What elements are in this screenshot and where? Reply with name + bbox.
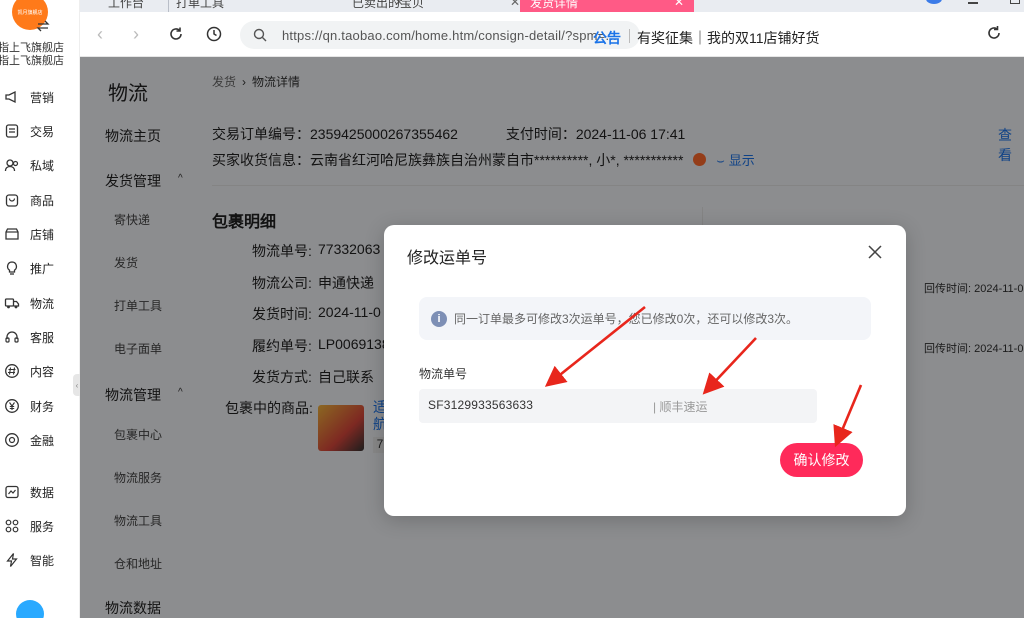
restore-icon[interactable] xyxy=(1010,0,1020,4)
notice-text: 同一订单最多可修改3次运单号，您已修改0次，还可以修改3次。 xyxy=(454,312,799,326)
reload-icon[interactable] xyxy=(164,22,188,46)
megaphone-icon xyxy=(5,90,16,104)
sidebar-item-label: 内容 xyxy=(30,364,55,379)
browser-tab-strip: 工作台 打单工具 ✕ 已卖出的宝贝 ✕ 发货详情 ✕ xyxy=(80,0,1024,12)
sidebar-item-label: 营销 xyxy=(30,90,55,105)
sidebar-item-service[interactable]: 客服 xyxy=(4,327,54,347)
carrier-name: | 顺丰速运 xyxy=(653,400,708,414)
announcement-text[interactable]: 有奖征集｜我的双11店铺好货 xyxy=(637,28,820,48)
refresh-extension-icon[interactable] xyxy=(984,23,1008,47)
tracking-number-value[interactable]: SF3129933563633 xyxy=(428,398,533,412)
sidebar-item-data[interactable]: 数据 xyxy=(4,482,54,502)
sidebar-item-label: 私域 xyxy=(30,158,55,173)
sidebar-item-label: 财务 xyxy=(30,399,55,414)
tab-label: 打单工具 xyxy=(176,0,225,10)
tab-label: 工作台 xyxy=(108,0,145,10)
sidebar-item-label: 物流 xyxy=(30,296,55,311)
sidebar-item-label: 店铺 xyxy=(30,227,55,242)
sidebar-item-content[interactable]: 内容 xyxy=(4,361,54,381)
sidebar-item-label: 数据 xyxy=(30,485,55,500)
sidebar-item-label: 智能 xyxy=(30,553,55,568)
logo-text: 凯月旗舰店 xyxy=(17,9,43,16)
bag-icon xyxy=(5,194,19,207)
announcement-label[interactable]: 公告 xyxy=(593,28,621,48)
sidebar-item-logistics[interactable]: 物流 xyxy=(4,293,54,313)
close-icon[interactable] xyxy=(866,243,884,261)
modal-title: 修改运单号 xyxy=(407,250,488,267)
sidebar-item-finance[interactable]: 财务 xyxy=(4,396,54,416)
bulb-icon xyxy=(6,261,18,275)
sidebar-item-label: 商品 xyxy=(30,193,55,208)
sidebar-item-label: 交易 xyxy=(30,124,55,139)
sidebar-item-label: 服务 xyxy=(30,519,55,534)
tab-divider xyxy=(168,0,169,12)
sidebar-item-private[interactable]: 私域 xyxy=(4,155,54,175)
back-arrow-icon[interactable]: ‹ xyxy=(88,22,112,46)
sidebar-item-label: 客服 xyxy=(30,330,55,345)
tab-workbench[interactable]: 工作台 xyxy=(108,0,144,12)
sidebar-item-banking[interactable]: 金融 xyxy=(4,430,54,450)
store-icon xyxy=(5,228,19,240)
sidebar-item-goods[interactable]: 商品 xyxy=(4,190,54,210)
close-icon[interactable]: ✕ xyxy=(510,0,520,9)
history-clock-icon[interactable] xyxy=(202,22,226,46)
hash-icon xyxy=(5,364,19,378)
lightning-icon xyxy=(6,553,18,567)
profile-icon[interactable] xyxy=(926,0,942,4)
receipt-icon xyxy=(5,124,19,138)
sidebar-item-label: 金融 xyxy=(30,433,55,448)
edit-tracking-modal: 修改运单号 i 同一订单最多可修改3次运单号，您已修改0次，还可以修改3次。 物… xyxy=(384,225,906,516)
sidebar-item-store[interactable]: 店铺 xyxy=(4,224,54,244)
grid-icon xyxy=(5,519,19,533)
assistant-icon[interactable] xyxy=(16,600,44,618)
finance-icon xyxy=(5,433,19,447)
sidebar-item-services[interactable]: 服务 xyxy=(4,516,54,536)
tab-label: 已卖出的宝贝 xyxy=(352,0,425,10)
tab-shipping-detail[interactable]: 发货详情 ✕ xyxy=(520,0,694,12)
search-icon xyxy=(253,28,267,42)
sidebar-item-marketing[interactable]: 营销 xyxy=(4,87,54,107)
confirm-edit-button[interactable]: 确认修改 xyxy=(780,443,863,477)
switch-shop-icon[interactable] xyxy=(36,20,50,32)
yen-icon xyxy=(5,399,19,413)
notice-banner: i 同一订单最多可修改3次运单号，您已修改0次，还可以修改3次。 xyxy=(419,297,871,340)
sidebar-item-promotion[interactable]: 推广 xyxy=(4,258,54,278)
tab-sold-items[interactable]: 已卖出的宝贝 ✕ xyxy=(352,0,520,12)
forward-arrow-icon[interactable]: › xyxy=(124,22,148,46)
close-icon[interactable]: ✕ xyxy=(674,0,684,9)
browser-toolbar: ‹ › https://qn.taobao.com/home.htm/consi… xyxy=(80,12,1024,57)
tracking-number-input[interactable]: SF3129933563633 | 顺丰速运 xyxy=(419,389,817,423)
info-icon: i xyxy=(431,310,447,327)
address-bar[interactable]: https://qn.taobao.com/home.htm/consign-d… xyxy=(240,21,640,49)
headset-icon xyxy=(5,331,19,343)
chart-icon xyxy=(5,485,19,499)
tracking-field-label: 物流单号 xyxy=(419,367,468,381)
tab-label: 发货详情 xyxy=(530,0,579,10)
truck-icon xyxy=(4,298,20,309)
sidebar-item-trade[interactable]: 交易 xyxy=(4,121,54,141)
url-text: https://qn.taobao.com/home.htm/consign-d… xyxy=(282,27,617,43)
announcement-divider xyxy=(629,29,630,43)
sidebar-item-label: 推广 xyxy=(30,261,55,276)
users-icon xyxy=(4,159,19,172)
minimize-icon[interactable] xyxy=(968,2,978,4)
sidebar-item-smart[interactable]: 智能 xyxy=(4,550,54,570)
left-sidebar: 凯月旗舰店 指上飞旗舰店 指上飞旗舰店 营销 交易 私域 商品 店铺 推广 物流… xyxy=(0,0,81,618)
shop-name-secondary: 指上飞旗舰店 xyxy=(0,55,64,67)
